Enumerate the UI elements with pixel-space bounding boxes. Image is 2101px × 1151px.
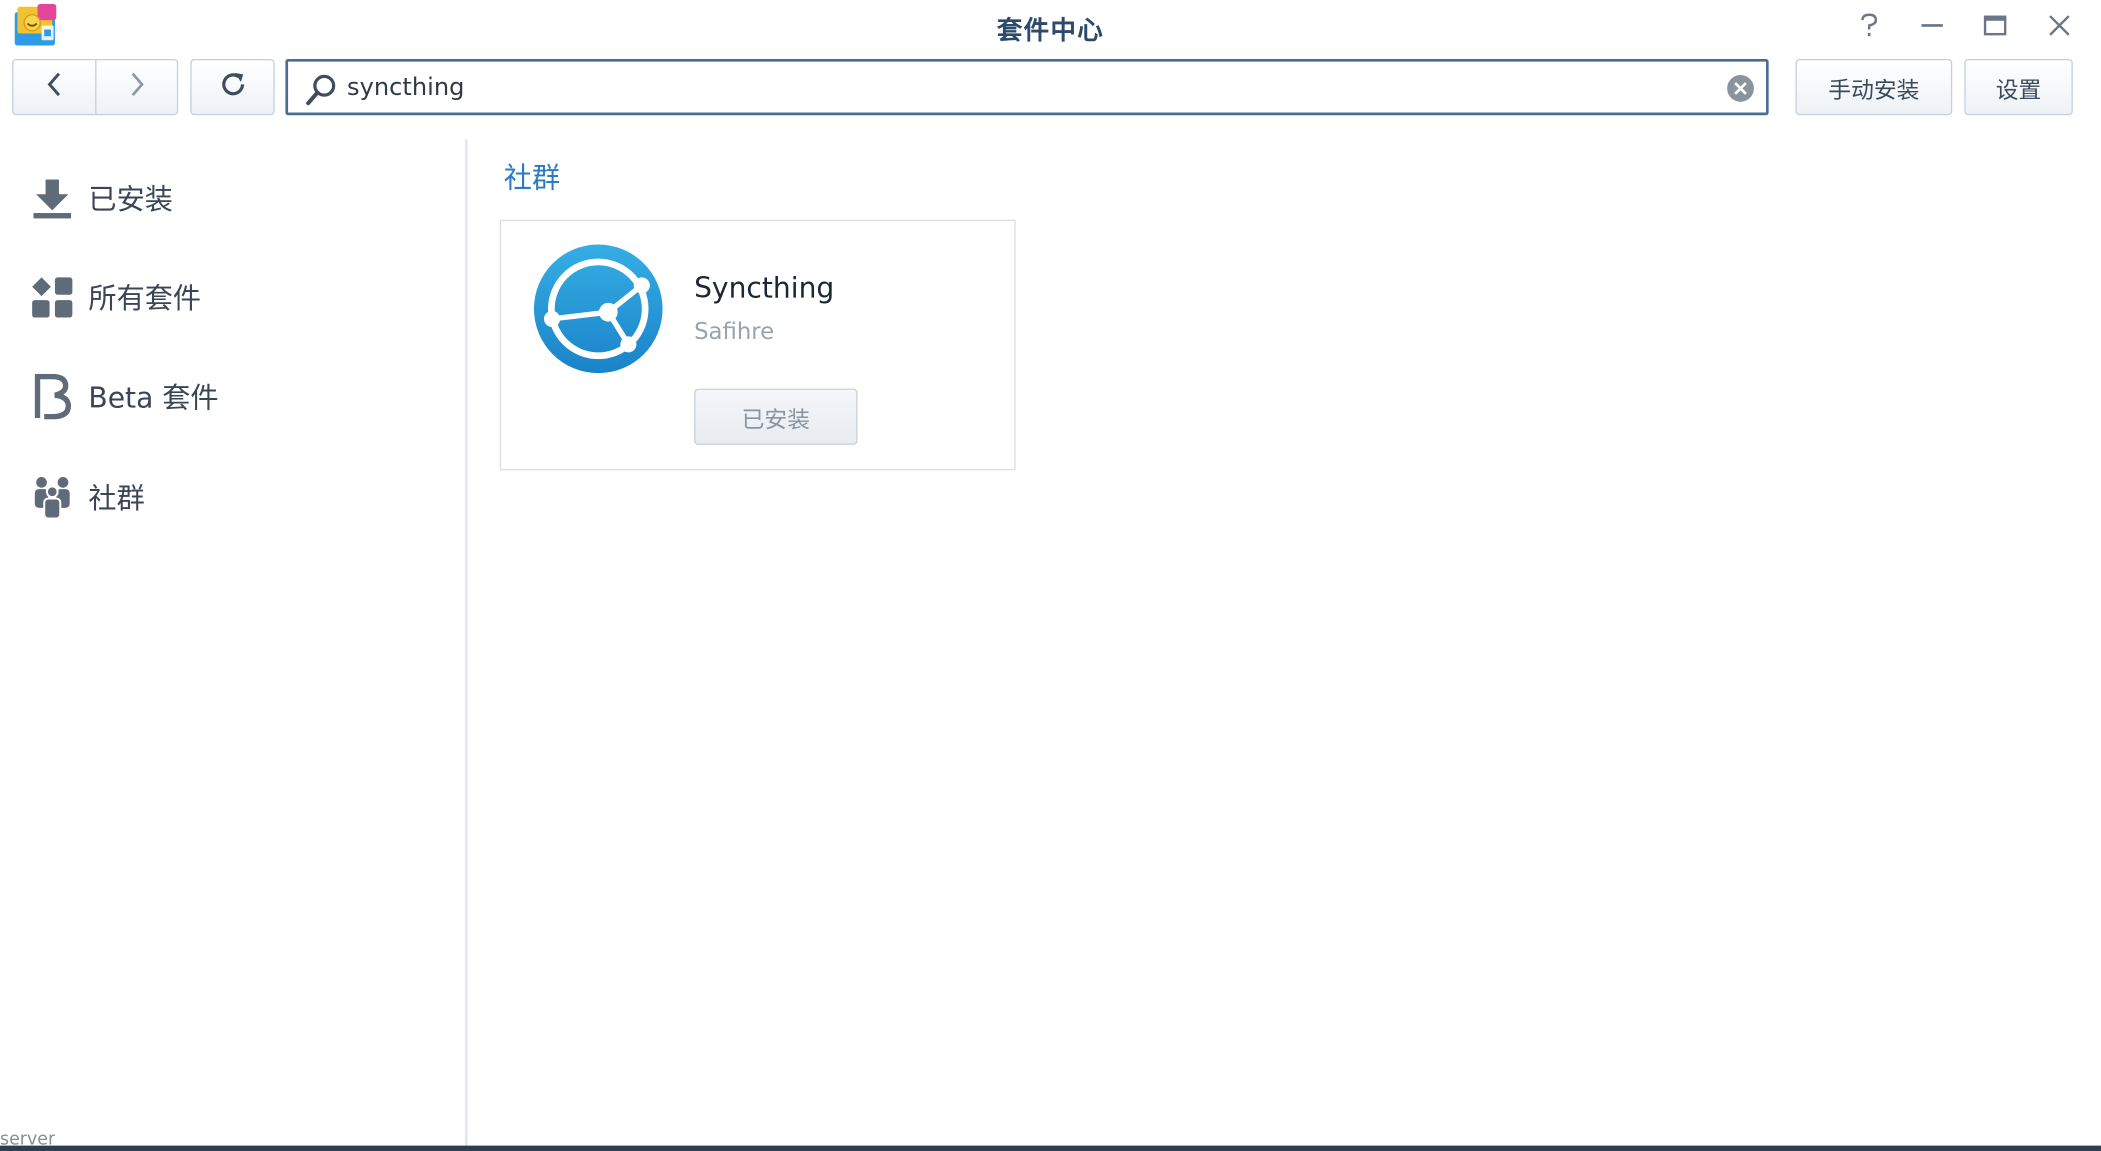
forward-button[interactable] [95,60,177,114]
minimize-icon[interactable] [1916,11,1948,40]
clear-icon[interactable] [1726,74,1755,109]
chevron-left-icon [44,71,65,103]
maximize-icon[interactable] [1979,11,2011,40]
download-icon [29,176,75,222]
grid-icon [29,275,75,321]
package-card[interactable]: Syncthing Safihre 已安装 [499,219,1016,471]
sidebar-item-label: 社群 [88,482,145,515]
chevron-right-icon [126,71,147,103]
installed-status-button: 已安装 [694,388,858,445]
back-button[interactable] [13,60,95,114]
footer-text: server [0,1133,56,1146]
settings-button[interactable]: 设置 [1964,58,2073,116]
sidebar-item-label: 已安装 [88,183,173,216]
sidebar-item-beta[interactable]: Beta 套件 [29,370,431,424]
help-icon[interactable] [1853,11,1885,40]
sidebar-item-community[interactable]: 社群 [29,470,431,524]
refresh-icon [218,69,247,105]
beta-icon [29,373,75,420]
search-box [285,58,1769,116]
section-title: 社群 [503,162,561,195]
sidebar-item-all-packages[interactable]: 所有套件 [29,271,431,325]
manual-install-button[interactable]: 手动安装 [1795,58,1953,116]
toolbar: 手动安装 设置 [0,58,2101,116]
package-center-window: 套件中心 syncthing 手动安装 设置 已安装 所有套件 Beta 套件 … [0,0,2101,1151]
sidebar: 已安装 所有套件 Beta 套件 社群 [0,139,465,1151]
package-name: Syncthing [694,271,835,305]
package-author: Safihre [694,318,775,346]
window-title: 套件中心 [996,16,1105,46]
navigation-buttons [12,58,179,116]
community-icon [29,474,75,520]
sidebar-divider [464,139,468,1151]
sidebar-item-label: 所有套件 [88,282,201,315]
sidebar-item-installed[interactable]: 已安装 [29,172,431,226]
refresh-button[interactable] [190,58,275,116]
search-icon [304,72,339,112]
title-bar: 套件中心 [0,0,2101,54]
footer-bar [0,1145,2101,1151]
sidebar-item-label: Beta 套件 [88,381,219,415]
close-icon[interactable] [2043,11,2075,40]
syncthing-logo-icon [533,244,663,374]
search-input[interactable] [347,68,1714,106]
